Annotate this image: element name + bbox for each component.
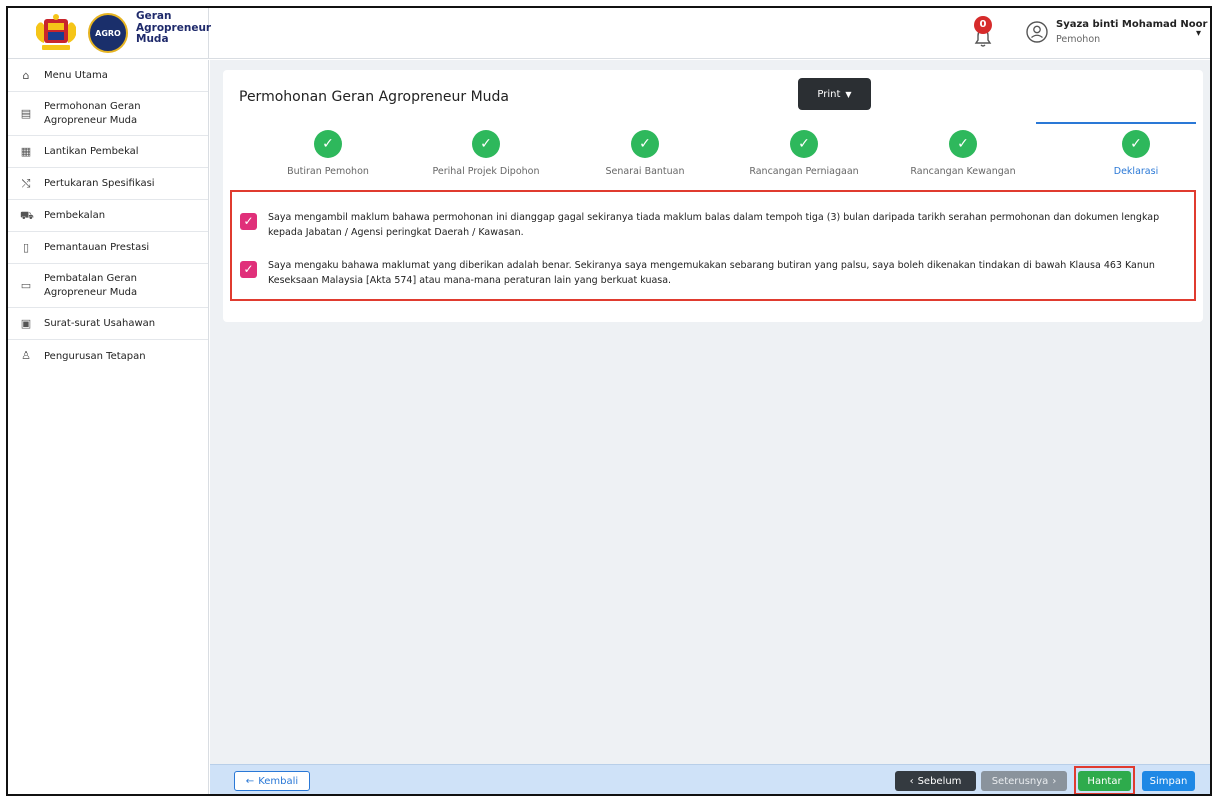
sidebar-item-surat-surat[interactable]: ▣ Surat-surat Usahawan	[8, 308, 208, 340]
brand-line-3: Muda	[136, 33, 169, 45]
declaration-text: Saya mengaku bahawa maklumat yang diberi…	[268, 260, 1155, 286]
sidebar-item-label: Menu Utama	[44, 70, 108, 81]
arrow-left-icon: ←	[245, 775, 255, 787]
sidebar-item-label: Pemantauan Prestasi	[44, 242, 150, 253]
notification-button[interactable]: 0	[968, 16, 998, 52]
previous-button-label: Sebelum	[917, 775, 962, 787]
brand-title: Geran Agropreneur Muda	[136, 10, 211, 46]
logo-area[interactable]: AGRO Geran Agropreneur Muda	[8, 8, 211, 59]
step-label: Senarai Bantuan	[605, 166, 685, 177]
clipboard-icon: ▯	[22, 240, 30, 254]
step-rancangan-perniagaan[interactable]: ✓ Rancangan Perniagaan	[729, 130, 879, 177]
user-icon: ♙	[21, 349, 31, 362]
check-icon: ✓	[949, 130, 977, 158]
notification-count-badge: 0	[974, 16, 992, 34]
malaysia-crest-logo	[36, 14, 76, 50]
next-button[interactable]: Seterusnya ›	[981, 771, 1067, 791]
agro-logo: AGRO	[88, 13, 128, 53]
step-deklarasi[interactable]: ✓ Deklarasi	[1061, 130, 1210, 177]
print-button[interactable]: Print ▼	[798, 78, 871, 110]
store-icon: ▦	[20, 144, 32, 158]
shuffle-icon: ⤭	[21, 176, 31, 190]
check-icon: ✓	[314, 130, 342, 158]
user-menu-caret-icon[interactable]: ▾	[1196, 28, 1201, 39]
sidebar-item-label: Pembekalan	[44, 210, 106, 221]
step-label: Deklarasi	[1113, 166, 1159, 177]
step-rancangan-kewangan[interactable]: ✓ Rancangan Kewangan	[888, 130, 1038, 177]
sidebar-item-pemantauan-prestasi[interactable]: ▯ Pemantauan Prestasi	[8, 232, 208, 264]
save-button[interactable]: Simpan	[1142, 771, 1195, 791]
chevron-right-icon: ›	[1052, 775, 1057, 787]
declaration-text: Saya mengambil maklum bahawa permohonan …	[268, 212, 1160, 238]
progress-stepper: ✓ Butiran Pemohon ✓ Perihal Projek Dipoh…	[243, 130, 1193, 185]
sidebar-item-menu-utama[interactable]: ⌂ Menu Utama	[8, 60, 208, 92]
chevron-left-icon: ‹	[909, 775, 914, 787]
document-icon: ▤	[20, 106, 32, 120]
step-perihal-projek[interactable]: ✓ Perihal Projek Dipohon	[411, 130, 561, 177]
top-header: AGRO Geran Agropreneur Muda 0 Syaza bint…	[8, 8, 1210, 59]
mail-icon: ▣	[20, 316, 32, 330]
step-label: Perihal Projek Dipohon	[432, 166, 540, 177]
check-icon: ✓	[472, 130, 500, 158]
home-icon: ⌂	[22, 68, 30, 82]
sidebar-item-pembatalan[interactable]: ▭ Pembatalan Geran Agropreneur Muda	[8, 264, 208, 308]
user-avatar-icon[interactable]	[1026, 21, 1048, 43]
back-button[interactable]: ← Kembali	[234, 771, 310, 791]
check-icon: ✓	[631, 130, 659, 158]
active-step-indicator	[1036, 122, 1196, 124]
action-bar: ← Kembali ‹ Sebelum Seterusnya › Hantar …	[210, 764, 1210, 794]
sidebar-item-label: Lantikan Pembekal	[44, 146, 139, 157]
declaration-checkbox[interactable]: ✓	[240, 213, 257, 230]
sidebar-item-lantikan-pembekal[interactable]: ▦ Lantikan Pembekal	[8, 136, 208, 168]
check-icon: ✓	[790, 130, 818, 158]
main-content: Permohonan Geran Agropreneur Muda Print …	[210, 60, 1210, 794]
submit-button-label: Hantar	[1087, 775, 1122, 787]
app-window: AGRO Geran Agropreneur Muda 0 Syaza bint…	[6, 6, 1212, 796]
print-button-label: Print	[817, 88, 841, 100]
user-role: Pemohon	[1056, 34, 1101, 45]
application-card: Permohonan Geran Agropreneur Muda Print …	[223, 70, 1203, 322]
sidebar-item-pengurusan-tetapan[interactable]: ♙ Pengurusan Tetapan	[8, 340, 208, 372]
chevron-down-icon: ▼	[845, 89, 852, 99]
save-button-label: Simpan	[1149, 775, 1188, 787]
previous-button[interactable]: ‹ Sebelum	[895, 771, 976, 791]
step-senarai-bantuan[interactable]: ✓ Senarai Bantuan	[570, 130, 720, 177]
next-button-label: Seterusnya	[991, 775, 1049, 787]
sidebar-item-label: Surat-surat Usahawan	[44, 318, 156, 329]
step-butiran-pemohon[interactable]: ✓ Butiran Pemohon	[253, 130, 403, 177]
user-name[interactable]: Syaza binti Mohamad Noor	[1056, 19, 1207, 30]
submit-button[interactable]: Hantar	[1078, 771, 1131, 791]
sidebar-item-label: Permohonan Geran Agropreneur Muda	[44, 100, 141, 126]
page-title: Permohonan Geran Agropreneur Muda	[239, 89, 510, 105]
declaration-box: ✓ Saya mengambil maklum bahawa permohona…	[230, 190, 1196, 301]
sidebar-item-pertukaran-spesifikasi[interactable]: ⤭ Pertukaran Spesifikasi	[8, 168, 208, 200]
step-label: Rancangan Kewangan	[910, 166, 1016, 177]
check-icon: ✓	[1122, 130, 1150, 158]
brand-line-1: Geran	[136, 10, 172, 22]
step-label: Butiran Pemohon	[287, 166, 369, 177]
step-label: Rancangan Perniagaan	[749, 166, 859, 177]
truck-icon: ⛟	[20, 208, 34, 222]
sidebar-item-label: Pertukaran Spesifikasi	[44, 178, 155, 189]
sidebar-item-label: Pengurusan Tetapan	[44, 350, 146, 362]
trash-icon: ▭	[20, 278, 32, 292]
sidebar-item-permohonan[interactable]: ▤ Permohonan Geran Agropreneur Muda	[8, 92, 208, 136]
declaration-checkbox[interactable]: ✓	[240, 261, 257, 278]
sidebar-item-label: Pembatalan Geran Agropreneur Muda	[44, 272, 138, 298]
sidebar: ⌂ Menu Utama ▤ Permohonan Geran Agropren…	[8, 60, 209, 794]
agro-logo-text: AGRO	[95, 29, 121, 38]
back-button-label: Kembali	[258, 775, 299, 787]
sidebar-item-pembekalan[interactable]: ⛟ Pembekalan	[8, 200, 208, 232]
